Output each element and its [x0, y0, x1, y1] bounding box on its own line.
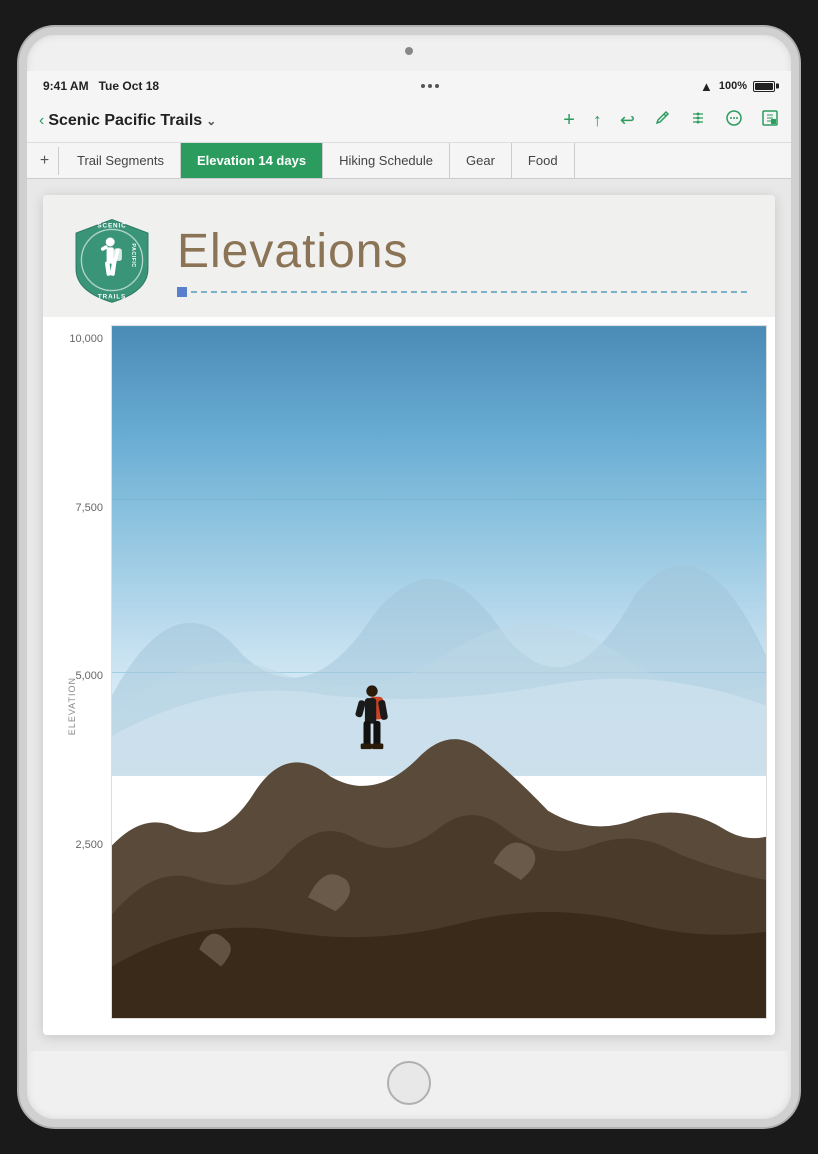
title-text: Scenic Pacific Trails — [48, 112, 202, 130]
tab-gear[interactable]: Gear — [450, 143, 512, 178]
elevations-title: Elevations — [177, 224, 751, 279]
status-bar: 9:41 AM Tue Oct 18 ▲ 100% — [27, 71, 791, 99]
svg-text:TRAILS: TRAILS — [98, 294, 126, 301]
logo-badge: SCENIC PACIFIC TRAILS — [67, 215, 157, 305]
y-axis-title: ELEVATION — [67, 677, 77, 735]
status-time-date: 9:41 AM Tue Oct 18 — [43, 79, 159, 93]
hiker-figure-svg — [347, 684, 397, 769]
svg-text:SCENIC: SCENIC — [97, 223, 126, 230]
back-button[interactable]: ‹ — [39, 112, 44, 130]
home-button[interactable] — [387, 1061, 431, 1105]
dot3 — [435, 84, 439, 88]
battery-icon — [753, 81, 775, 92]
grid-line-1 — [112, 326, 766, 327]
document-view-button[interactable] — [761, 109, 779, 132]
tabs-bar: + Trail Segments Elevation 14 days Hikin… — [27, 143, 791, 179]
selection-border-line — [191, 291, 747, 293]
camera-dot — [405, 47, 413, 55]
tab-trail-segments[interactable]: Trail Segments — [61, 143, 181, 178]
y-label-5000: 5,000 — [75, 670, 103, 682]
title-chevron-icon: ⌄ — [206, 114, 216, 128]
format-button[interactable] — [689, 109, 707, 132]
dot1 — [421, 84, 425, 88]
foreground-terrain-svg — [112, 707, 766, 1018]
status-date: Tue Oct 18 — [99, 79, 159, 93]
status-center-dots — [421, 84, 439, 88]
pencil-button[interactable] — [653, 109, 671, 132]
undo-button[interactable]: ↩ — [620, 110, 635, 131]
y-label-7500: 7,500 — [75, 502, 103, 514]
chart-image-area[interactable] — [111, 325, 767, 1019]
top-toolbar: ‹ Scenic Pacific Trails ⌄ + ↑ ↩ — [27, 99, 791, 143]
add-button[interactable]: + — [563, 109, 575, 132]
dot2 — [428, 84, 432, 88]
sheet-header: SCENIC PACIFIC TRAILS Elevations — [43, 195, 775, 317]
svg-text:PACIFIC: PACIFIC — [130, 243, 136, 267]
share-button[interactable]: ↑ — [593, 110, 602, 131]
screen: 9:41 AM Tue Oct 18 ▲ 100% ‹ — [27, 71, 791, 1051]
content-area: SCENIC PACIFIC TRAILS Elevations — [27, 179, 791, 1051]
back-chevron-icon: ‹ — [39, 112, 44, 130]
tab-food[interactable]: Food — [512, 143, 575, 178]
tab-hiking-schedule[interactable]: Hiking Schedule — [323, 143, 450, 178]
selection-handle-left[interactable] — [177, 287, 187, 297]
wifi-icon: ▲ — [700, 79, 713, 94]
chart-container: ELEVATION 10,000 7,500 5,000 2,500 — [43, 317, 775, 1035]
more-button[interactable] — [725, 109, 743, 132]
tab-add-button[interactable]: + — [31, 147, 59, 175]
chart-y-axis: ELEVATION 10,000 7,500 5,000 2,500 — [51, 325, 111, 1019]
status-time: 9:41 AM — [43, 79, 89, 93]
grid-line-2 — [112, 499, 766, 500]
status-right: ▲ 100% — [700, 79, 775, 94]
y-label-10000: 10,000 — [69, 333, 103, 345]
sheet-page: SCENIC PACIFIC TRAILS Elevations — [43, 195, 775, 1035]
battery-percent: 100% — [719, 80, 747, 92]
battery-fill — [755, 83, 773, 90]
y-label-bottom — [100, 1007, 103, 1019]
y-label-2500: 2,500 — [75, 839, 103, 851]
tab-elevation-14-days[interactable]: Elevation 14 days — [181, 143, 323, 178]
document-title[interactable]: Scenic Pacific Trails ⌄ — [48, 112, 216, 130]
toolbar-actions: + ↑ ↩ — [563, 109, 779, 132]
ipad-frame: 9:41 AM Tue Oct 18 ▲ 100% ‹ — [19, 27, 799, 1127]
